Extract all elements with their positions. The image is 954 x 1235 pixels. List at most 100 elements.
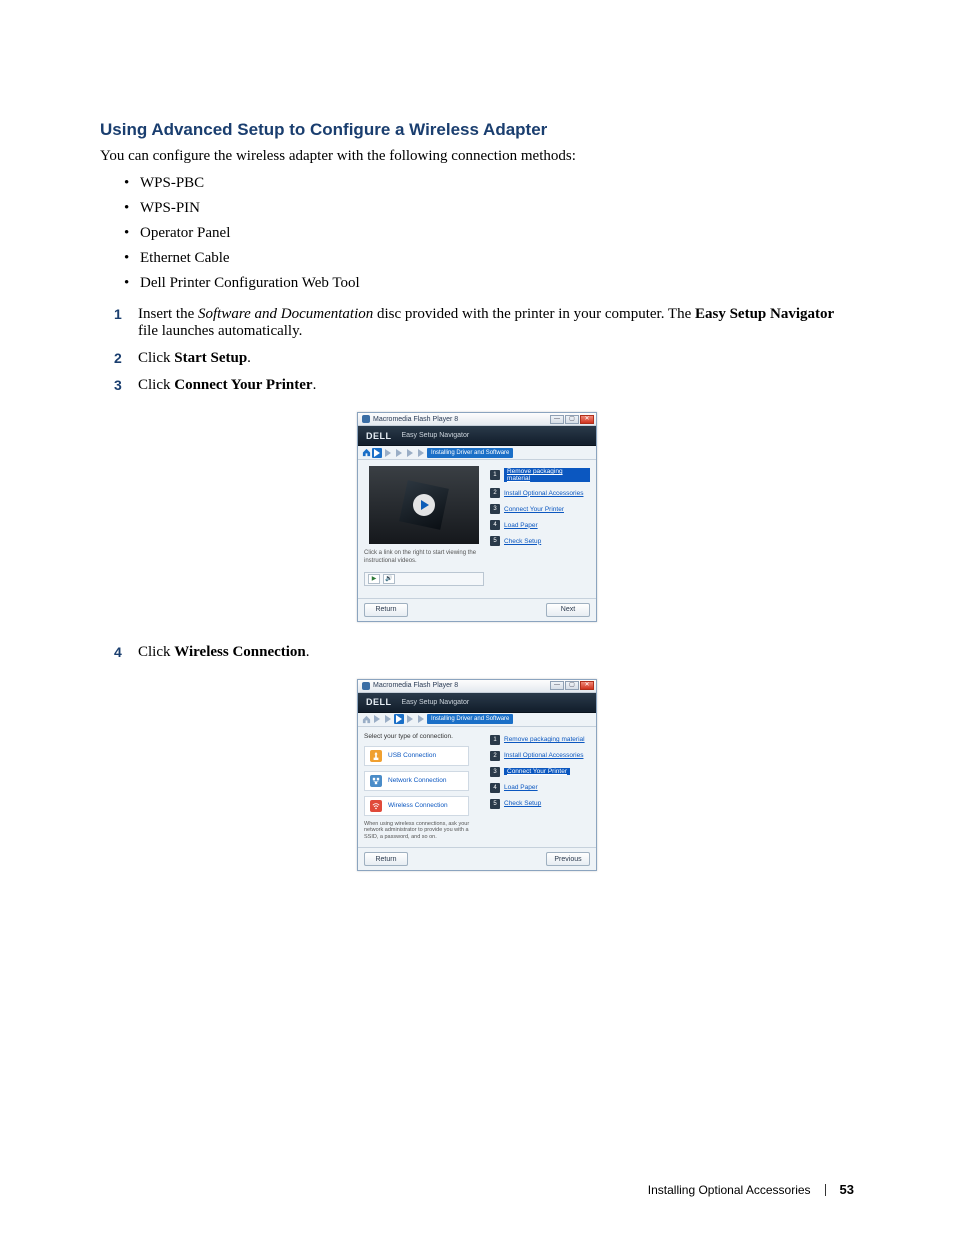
step-link[interactable]: Remove packaging material: [504, 468, 590, 482]
step-number-badge: 3: [490, 504, 500, 514]
step-text: file launches automatically.: [138, 323, 302, 339]
maximize-button[interactable]: ▢: [565, 681, 579, 690]
step-italic: Software and Documentation: [198, 306, 373, 322]
video-thumbnail[interactable]: [369, 466, 479, 544]
page-number: 53: [840, 1182, 854, 1197]
step-link[interactable]: Connect Your Printer: [504, 768, 570, 775]
step-text: .: [247, 350, 251, 366]
chevron-icon: [394, 448, 404, 458]
step-link[interactable]: Install Optional Accessories: [504, 752, 583, 759]
step-link[interactable]: Check Setup: [504, 800, 541, 807]
app-icon: [362, 415, 370, 423]
intro-text: You can configure the wireless adapter w…: [100, 148, 854, 165]
chevron-icon: [383, 448, 393, 458]
step-bold: Connect Your Printer: [174, 377, 312, 393]
network-icon: [370, 775, 382, 787]
step-bold: Start Setup: [174, 350, 247, 366]
usb-connection-option[interactable]: USB Connection: [364, 746, 469, 766]
audio-button[interactable]: 🔊: [383, 574, 395, 584]
close-button[interactable]: ✕: [580, 681, 594, 690]
step-number-badge: 5: [490, 536, 500, 546]
app-icon: [362, 682, 370, 690]
setup-steps-list: 1 Remove packaging material 2 Install Op…: [490, 733, 590, 809]
breadcrumb-label: Installing Driver and Software: [427, 714, 513, 724]
chevron-icon: [394, 714, 404, 724]
maximize-button[interactable]: ▢: [565, 415, 579, 424]
close-button[interactable]: ✕: [580, 415, 594, 424]
step-link[interactable]: Load Paper: [504, 522, 538, 529]
setup-step[interactable]: 4 Load Paper: [490, 520, 590, 530]
step-text: Insert the: [138, 306, 198, 322]
setup-step[interactable]: 1 Remove packaging material: [490, 468, 590, 482]
step-number-badge: 3: [490, 767, 500, 777]
setup-steps-list: 1 Remove packaging material 2 Install Op…: [490, 466, 590, 546]
video-caption: Click a link on the right to start viewi…: [364, 550, 484, 566]
step-text: Click: [138, 377, 174, 393]
step-text: Click: [138, 350, 174, 366]
play-button[interactable]: ▶: [368, 574, 380, 584]
step-4: Click Wireless Connection.: [120, 644, 854, 661]
minimize-button[interactable]: —: [550, 681, 564, 690]
section-heading: Using Advanced Setup to Configure a Wire…: [100, 120, 854, 140]
methods-list: WPS-PBC WPS-PIN Operator Panel Ethernet …: [140, 175, 854, 292]
screenshot-1: Macromedia Flash Player 8 — ▢ ✕ DELL Eas…: [357, 412, 597, 622]
dialog-footer: Return Previous: [358, 847, 596, 870]
brand-bar: DELL Easy Setup Navigator: [358, 693, 596, 713]
chevron-icon: [416, 714, 426, 724]
step-number-badge: 2: [490, 751, 500, 761]
step-link[interactable]: Check Setup: [504, 538, 541, 545]
chevron-icon: [372, 714, 382, 724]
left-panel-footnote: When using wireless connections, ask you…: [364, 821, 484, 842]
wireless-connection-option[interactable]: Wireless Connection: [364, 796, 469, 816]
screenshot-2: Macromedia Flash Player 8 — ▢ ✕ DELL Eas…: [357, 679, 597, 872]
setup-step[interactable]: 1 Remove packaging material: [490, 735, 590, 745]
step-link[interactable]: Load Paper: [504, 784, 538, 791]
step-link[interactable]: Connect Your Printer: [504, 506, 564, 513]
usb-icon: [370, 750, 382, 762]
setup-step[interactable]: 3 Connect Your Printer: [490, 504, 590, 514]
setup-step[interactable]: 2 Install Optional Accessories: [490, 488, 590, 498]
play-icon[interactable]: [413, 494, 435, 516]
setup-step[interactable]: 3 Connect Your Printer: [490, 767, 590, 777]
footer-divider: [825, 1184, 826, 1196]
chevron-icon: [383, 714, 393, 724]
setup-step[interactable]: 4 Load Paper: [490, 783, 590, 793]
steps-list-continued: Click Wireless Connection.: [120, 644, 854, 661]
connection-label: Wireless Connection: [388, 802, 448, 809]
step-number-badge: 4: [490, 783, 500, 793]
setup-step[interactable]: 5 Check Setup: [490, 536, 590, 546]
method-item: WPS-PBC: [140, 175, 854, 192]
next-button[interactable]: Next: [546, 603, 590, 617]
steps-list: Insert the Software and Documentation di…: [120, 306, 854, 394]
step-text: disc provided with the printer in your c…: [373, 306, 695, 322]
brand-subtitle: Easy Setup Navigator: [402, 699, 470, 706]
dell-logo: DELL: [366, 697, 392, 707]
step-number-badge: 2: [490, 488, 500, 498]
page-footer: Installing Optional Accessories 53: [648, 1182, 854, 1197]
method-item: Operator Panel: [140, 225, 854, 242]
connection-label: USB Connection: [388, 752, 436, 759]
setup-step[interactable]: 2 Install Optional Accessories: [490, 751, 590, 761]
connection-label: Network Connection: [388, 777, 447, 784]
step-bold: Wireless Connection: [174, 644, 306, 660]
breadcrumb: Installing Driver and Software: [358, 713, 596, 727]
home-icon[interactable]: [362, 715, 371, 724]
return-button[interactable]: Return: [364, 852, 408, 866]
step-text: .: [306, 644, 310, 660]
return-button[interactable]: Return: [364, 603, 408, 617]
step-number-badge: 1: [490, 470, 500, 480]
previous-button[interactable]: Previous: [546, 852, 590, 866]
step-link[interactable]: Install Optional Accessories: [504, 490, 583, 497]
home-icon[interactable]: [362, 448, 371, 457]
step-text: Click: [138, 644, 174, 660]
network-connection-option[interactable]: Network Connection: [364, 771, 469, 791]
step-number-badge: 1: [490, 735, 500, 745]
step-link[interactable]: Remove packaging material: [504, 736, 585, 743]
method-item: WPS-PIN: [140, 200, 854, 217]
window-titlebar: Macromedia Flash Player 8 — ▢ ✕: [358, 680, 596, 693]
breadcrumb-label: Installing Driver and Software: [427, 448, 513, 458]
media-controls: ▶ 🔊: [364, 572, 484, 586]
setup-step[interactable]: 5 Check Setup: [490, 799, 590, 809]
chevron-icon: [372, 448, 382, 458]
minimize-button[interactable]: —: [550, 415, 564, 424]
